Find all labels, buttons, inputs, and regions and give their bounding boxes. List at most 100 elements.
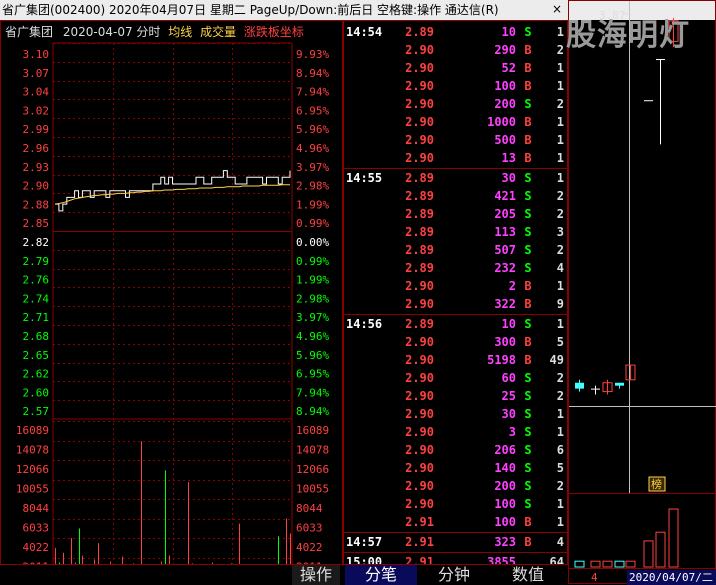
tick-count: 5 [556,461,564,475]
tick-price: 2.89 [405,317,434,331]
percent-tick-label: 5.96% [296,123,329,136]
tick-volume: 500 [494,133,516,147]
tick-row: 2.90 3 S 1 [344,423,567,441]
price-tick-label: 2.93 [23,161,50,174]
tick-side: S [524,171,532,185]
price-tick-label: 2.57 [23,405,50,418]
tab-operation[interactable]: 操作 [292,565,340,585]
percent-tick-label: 2.98% [296,180,329,193]
kline-volume-bar [625,560,636,568]
tick-count: 1 [556,151,564,165]
tag-label: 榜 [651,477,662,491]
tick-count: 2 [556,371,564,385]
tick-price: 2.90 [405,353,434,367]
tick-price: 2.90 [405,79,434,93]
tick-price: 2.89 [405,261,434,275]
price-tick-label: 2.71 [23,311,50,324]
tick-row: 2.90 5198 B 49 [344,351,567,369]
candle-body [575,382,584,389]
tick-count: 1 [556,317,564,331]
window-title: 省广集团(002400) 2020年04月07日 星期二 PageUp/Down… [2,3,499,17]
price-tick-label: 2.76 [23,274,50,287]
tick-time: 14:57 [346,535,383,549]
price-tick-label: 2.68 [23,330,50,343]
tick-volume: 507 [494,243,516,257]
tick-volume: 1000 [487,115,516,129]
volume-tick-label: 10055 [16,483,49,496]
tick-price: 2.90 [405,279,434,293]
tick-row: 2.89 113 S 3 [344,223,567,241]
candle-body [591,388,600,390]
tick-price: 2.90 [405,133,434,147]
tab-data[interactable]: 数值 [492,565,564,585]
tick-row: 2.89 232 S 4 [344,259,567,277]
tab-tick[interactable]: 分笔 [345,565,417,585]
volume-tick-label-right: 16089 [296,424,329,437]
tick-volume: 13 [501,151,516,165]
tick-count: 1 [556,497,564,511]
tick-price: 2.90 [405,479,434,493]
tick-count: 4 [556,261,564,275]
intraday-chart[interactable]: 3.10 9.93% 3.07 8.94% 3.04 7.94% 3.02 6.95% 2.99… [1,21,344,585]
kline-chart[interactable]: 3.87榜4 2020/04/07/二 [569,1,716,585]
tick-row: 2.90 140 S 5 [344,459,567,477]
tick-count: 3 [556,225,564,239]
tick-price: 2.89 [405,189,434,203]
candle-body [656,59,665,61]
bottom-tab-bar: 操作 分笔 分钟 数值 [0,564,568,585]
tick-count: 1 [556,115,564,129]
tick-price: 2.89 [405,25,434,39]
tick-row: 2.90 200 S 2 [344,95,567,113]
tick-row: 2.89 421 S 2 [344,187,567,205]
tick-volume: 200 [494,479,516,493]
tick-side: S [524,25,532,39]
percent-tick-label: 1.99% [296,274,329,287]
tick-row: 2.90 200 S 2 [344,477,567,495]
volume-tick-label-right: 10055 [296,483,329,496]
tick-side: S [524,225,532,239]
tick-count: 1 [556,425,564,439]
price-tick-label: 2.60 [23,386,50,399]
price-tick-label: 2.96 [23,142,50,155]
tick-volume: 30 [501,171,516,185]
tick-side: B [524,297,532,311]
tick-volume: 100 [494,497,516,511]
volume-tick-label: 8044 [23,502,50,515]
price-line [55,170,291,212]
tick-price: 2.89 [405,225,434,239]
kline-volume-bar [590,560,601,568]
tick-count: 1 [556,61,564,75]
tick-volume: 322 [494,297,516,311]
volume-tick-label-right: 14078 [296,444,329,457]
tick-side: S [524,189,532,203]
kline-volume-bar [655,531,666,568]
tick-volume: 2 [508,279,516,293]
percent-tick-label: 8.94% [296,405,329,418]
tick-time: 14:55 [346,171,383,185]
tick-time: 14:56 [346,317,383,331]
tick-side: S [524,425,532,439]
tick-side: S [524,479,532,493]
tick-row: 2.89 507 S 2 [344,241,567,259]
tick-count: 1 [556,133,564,147]
tick-price: 2.90 [405,407,434,421]
close-icon[interactable]: × [550,2,564,16]
tick-count: 2 [556,389,564,403]
candle-body [644,100,653,102]
percent-tick-label: 0.00% [296,236,329,249]
tab-minute[interactable]: 分钟 [418,565,490,585]
tick-row: 2.90 13 B 1 [344,149,567,167]
watermark: 股海明灯 [566,18,690,53]
tick-side: S [524,207,532,221]
tick-time: 14:54 [346,25,383,39]
price-tick-label: 3.02 [23,104,50,117]
candle-body [615,382,624,386]
percent-tick-label: 4.96% [296,330,329,343]
volume-tick-label: 4022 [23,541,50,554]
volume-tick-label-right: 8044 [296,502,323,515]
tick-count: 4 [556,535,564,549]
percent-tick-label: 5.96% [296,349,329,362]
price-tick-label: 3.04 [23,86,50,99]
tick-price: 2.90 [405,461,434,475]
price-tick-label: 2.88 [23,198,50,211]
